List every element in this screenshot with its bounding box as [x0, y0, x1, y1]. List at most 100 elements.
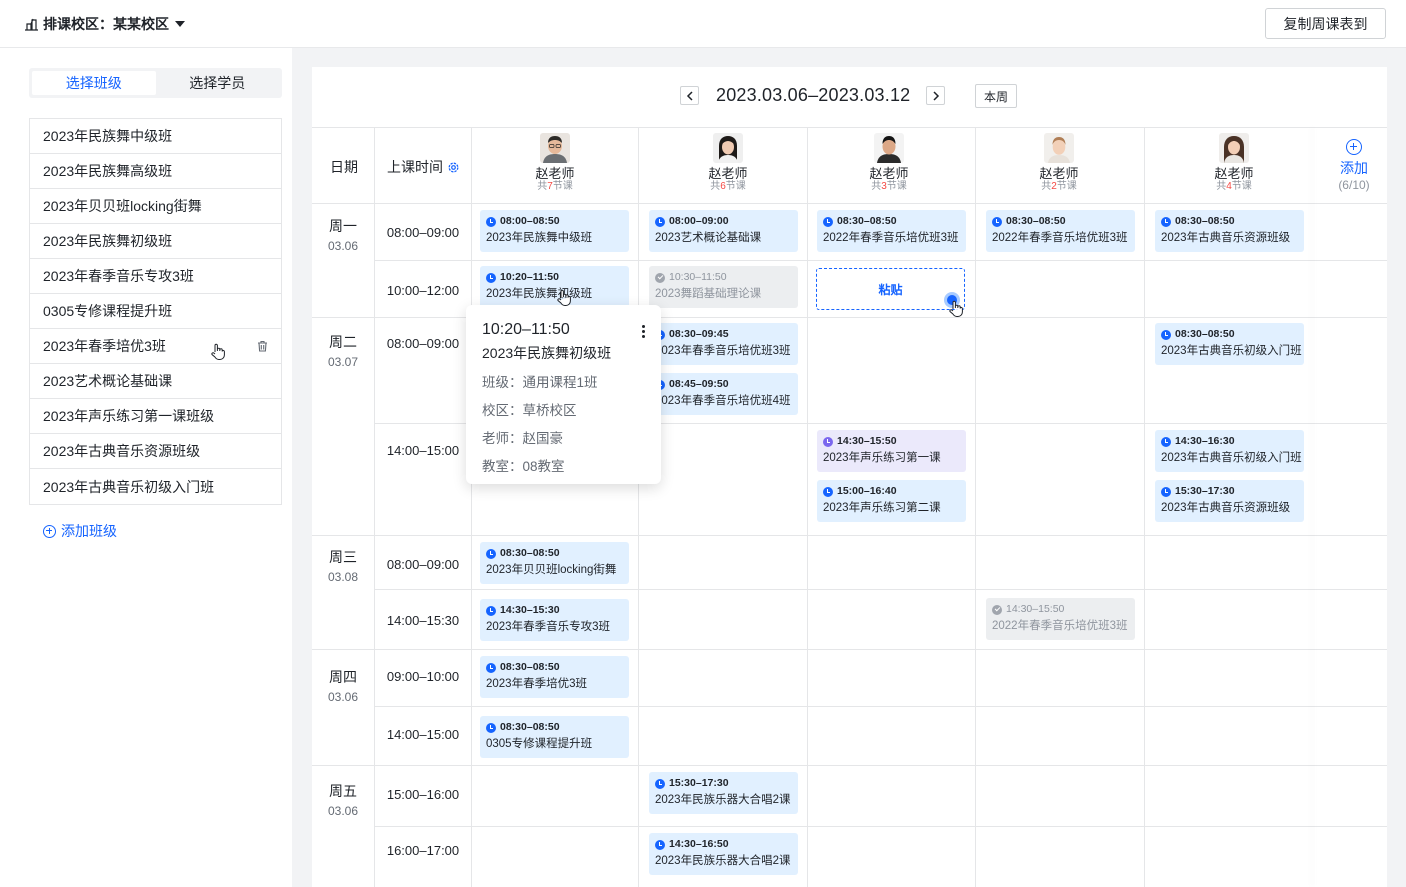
lesson-time: 15:30–17:30 — [1161, 485, 1298, 498]
lesson-time: 08:30–08:50 — [486, 661, 623, 674]
add-class-button[interactable]: 添加班级 — [43, 521, 117, 541]
teacher-column-header[interactable]: 赵老师 共7节课 — [495, 133, 615, 192]
lesson-card[interactable]: 08:00–09:00 2023艺术概论基础课 — [649, 210, 798, 252]
lesson-time: 14:30–15:30 — [486, 604, 623, 617]
clock-icon — [486, 605, 496, 616]
time-slot: 14:00–15:00 — [386, 727, 460, 742]
more-vertical-icon[interactable] — [642, 325, 645, 340]
check-circle-icon — [992, 604, 1002, 615]
lesson-card[interactable]: 08:30–08:50 2023年古典音乐资源班级 — [1155, 210, 1304, 252]
paste-label: 粘贴 — [878, 282, 903, 297]
class-list-item[interactable]: 0305专修课程提升班 — [30, 294, 281, 329]
date-column-header: 日期 — [330, 159, 358, 175]
lesson-card[interactable]: 15:30–17:30 2023年古典音乐资源班级 — [1155, 480, 1304, 522]
add-teacher-button[interactable]: 添加 (6/10) — [1334, 139, 1374, 192]
lesson-class-name: 2023年古典音乐初级入门班 — [1161, 452, 1302, 464]
day-friday: 周五 03.06 — [327, 783, 359, 818]
time-slot: 15:00–16:00 — [386, 787, 460, 802]
lesson-card[interactable]: 08:30–08:50 2023年春季培优3班 — [480, 656, 629, 698]
teacher-lesson-count: 共6节课 — [710, 181, 746, 192]
teacher-name: 赵老师 — [869, 166, 909, 181]
add-teacher-label: 添加 — [1340, 160, 1368, 176]
lesson-time: 08:30–08:50 — [1161, 215, 1298, 228]
lesson-card[interactable]: 14:30–16:30 2023年古典音乐初级入门班 — [1155, 430, 1304, 472]
hand-cursor-icon — [557, 289, 571, 306]
lesson-class-name: 2023年民族乐器大合唱2课 — [655, 855, 791, 867]
this-week-button[interactable]: 本周 — [975, 84, 1017, 108]
lesson-card[interactable]: 14:30–16:50 2023年民族乐器大合唱2课 — [649, 833, 798, 875]
day-wednesday: 周三 03.08 — [327, 549, 359, 584]
lesson-time: 14:30–16:30 — [1161, 435, 1298, 448]
next-week-button[interactable] — [926, 86, 945, 105]
tab-select-class[interactable]: 选择班级 — [32, 71, 156, 95]
tab-select-student[interactable]: 选择学员 — [156, 71, 280, 95]
class-name: 2023年民族舞中级班 — [43, 128, 173, 144]
lesson-card[interactable]: 08:30–08:50 0305专修课程提升班 — [480, 716, 629, 758]
top-bar: 排课校区： 某某校区 复制周课表到 — [0, 0, 1406, 48]
lesson-card[interactable]: 08:45–09:50 2023年春季音乐培优班4班 — [649, 373, 798, 415]
class-list: 2023年民族舞中级班 2023年民族舞高级班 2023年贝贝班locking街… — [29, 118, 282, 505]
add-class-label: 添加班级 — [61, 523, 117, 539]
lesson-time: 15:00–16:40 — [823, 485, 960, 498]
lesson-class-name: 2022年春季音乐培优班3班 — [992, 620, 1128, 632]
teacher-lesson-count: 共4节课 — [1216, 181, 1252, 192]
class-list-item[interactable]: 2023年古典音乐初级入门班 — [30, 469, 281, 504]
teacher-column-header[interactable]: 赵老师 共4节课 — [1174, 133, 1294, 192]
settings-gear-icon[interactable] — [447, 161, 460, 174]
class-name: 2023年民族舞初级班 — [43, 233, 173, 249]
lesson-card[interactable]: 08:00–08:50 2023年民族舞中级班 — [480, 210, 629, 252]
lesson-detail-popover: 10:20–11:50 2023年民族舞初级班 班级：通用课程1班 校区：草桥校… — [466, 305, 661, 484]
class-list-item[interactable]: 2023年民族舞中级班 — [30, 119, 281, 154]
campus-selector[interactable]: 排课校区： 某某校区 — [24, 14, 185, 34]
paste-slot[interactable]: 粘贴 — [816, 268, 965, 310]
lesson-card[interactable]: 15:00–16:40 2023年声乐练习第二课 — [817, 480, 966, 522]
hand-cursor-icon — [949, 300, 963, 317]
day-tuesday: 周二 03.07 — [327, 334, 359, 369]
chevron-left-icon — [686, 90, 693, 101]
trash-icon[interactable] — [257, 340, 268, 352]
lesson-time: 15:30–17:30 — [655, 777, 792, 790]
popover-class-name: 2023年民族舞初级班 — [482, 345, 612, 361]
hand-cursor-icon — [211, 343, 225, 360]
lesson-class-name: 2023年民族舞初级班 — [486, 288, 593, 300]
lesson-card[interactable]: 10:30–11:50 2023舞蹈基础理论课 — [649, 266, 798, 308]
lesson-card[interactable]: 08:30–09:45 2023年春季音乐培优班3班 — [649, 323, 798, 365]
lesson-card[interactable]: 15:30–17:30 2023年民族乐器大合唱2课 — [649, 772, 798, 814]
prev-week-button[interactable] — [680, 86, 699, 105]
lesson-card[interactable]: 10:20–11:50 2023年民族舞初级班 — [480, 266, 629, 308]
time-slot: 10:00–12:00 — [386, 283, 460, 298]
teacher-avatar — [1219, 133, 1249, 163]
lesson-class-name: 2023年古典音乐资源班级 — [1161, 502, 1291, 514]
lesson-card[interactable]: 08:30–08:50 2023年古典音乐初级入门班 — [1155, 323, 1304, 365]
lesson-time: 08:30–09:45 — [655, 328, 792, 341]
plus-circle-icon — [1346, 139, 1362, 155]
lesson-class-name: 2023年古典音乐初级入门班 — [1161, 345, 1302, 357]
class-list-item[interactable]: 2023年贝贝班locking街舞 — [30, 189, 281, 224]
lesson-card[interactable]: 08:30–08:50 2022年春季音乐培优班3班 — [817, 210, 966, 252]
class-list-item[interactable]: 2023艺术概论基础课 — [30, 364, 281, 399]
clock-icon — [1161, 329, 1171, 340]
teacher-column-header[interactable]: 赵老师 共2节课 — [999, 133, 1119, 192]
lesson-card[interactable]: 14:30–15:50 2022年春季音乐培优班3班 — [986, 598, 1135, 640]
class-name: 2023年民族舞高级班 — [43, 163, 173, 179]
lesson-time: 08:30–08:50 — [1161, 328, 1298, 341]
day-thursday: 周四 03.06 — [327, 669, 359, 704]
lesson-card[interactable]: 08:30–08:50 2022年春季音乐培优班3班 — [986, 210, 1135, 252]
copy-week-button[interactable]: 复制周课表到 — [1265, 8, 1386, 39]
teacher-column-header[interactable]: 赵老师 共6节课 — [668, 133, 788, 192]
lesson-card[interactable]: 14:30–15:50 2023年声乐练习第一课 — [817, 430, 966, 472]
teacher-column-header[interactable]: 赵老师 共3节课 — [829, 133, 949, 192]
class-name: 2023年春季音乐专攻3班 — [43, 268, 194, 284]
class-list-item[interactable]: 2023年古典音乐资源班级 — [30, 434, 281, 469]
class-name: 0305专修课程提升班 — [43, 303, 173, 319]
clock-icon — [486, 722, 496, 733]
class-list-item[interactable]: 2023年春季培优3班 — [30, 329, 281, 364]
class-list-item[interactable]: 2023年春季音乐专攻3班 — [30, 259, 281, 294]
lesson-card[interactable]: 14:30–15:30 2023年春季音乐专攻3班 — [480, 599, 629, 641]
lesson-time: 14:30–15:50 — [992, 603, 1129, 616]
class-list-item[interactable]: 2023年声乐练习第一课班级 — [30, 399, 281, 434]
time-header-label: 上课时间 — [387, 159, 443, 175]
class-list-item[interactable]: 2023年民族舞初级班 — [30, 224, 281, 259]
class-list-item[interactable]: 2023年民族舞高级班 — [30, 154, 281, 189]
lesson-card[interactable]: 08:30–08:50 2023年贝贝班locking街舞 — [480, 542, 629, 584]
